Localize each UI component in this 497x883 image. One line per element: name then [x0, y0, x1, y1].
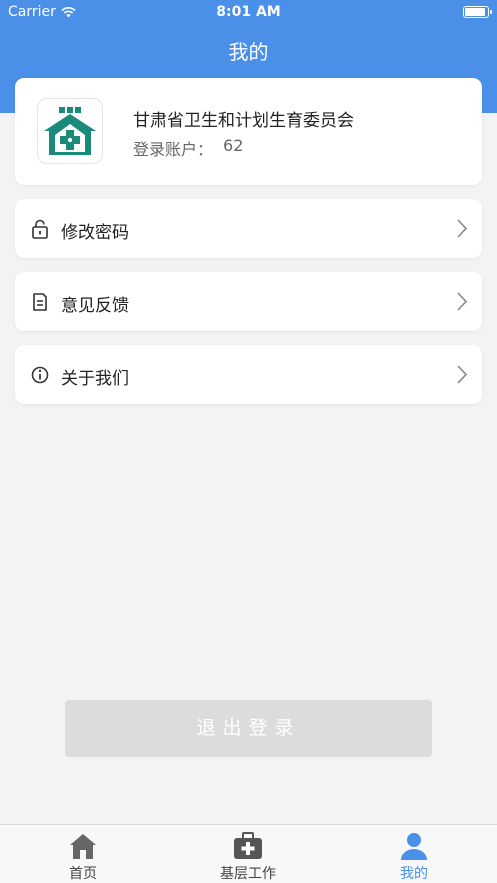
chevron-right-icon [457, 219, 468, 238]
tab-mine[interactable]: 我的 [354, 825, 474, 883]
tab-bar: 首页 基层工作 我的 [0, 824, 497, 883]
health-org-logo-icon [37, 98, 103, 164]
status-time: 8:01 AM [216, 4, 281, 20]
feedback-icon [33, 293, 47, 311]
info-icon [31, 366, 49, 384]
menu-item-label: 关于我们 [61, 369, 129, 389]
menu-item-label: 修改密码 [61, 223, 129, 243]
tab-home[interactable]: 首页 [23, 825, 143, 883]
status-bar: Carrier 8:01 AM [0, 0, 497, 26]
battery-icon [463, 6, 492, 18]
organization-name: 甘肃省卫生和计划生育委员会 [133, 111, 354, 131]
page-title: 我的 [228, 40, 269, 64]
logout-button[interactable]: 退出登录 [65, 700, 432, 757]
menu-item-feedback[interactable]: 意见反馈 [15, 272, 482, 331]
medical-kit-icon [234, 832, 262, 859]
profile-card: 甘肃省卫生和计划生育委员会 登录账户： 62 [15, 78, 482, 185]
chevron-right-icon [457, 365, 468, 384]
menu-item-about-us[interactable]: 关于我们 [15, 345, 482, 404]
tab-label: 首页 [69, 866, 97, 882]
account-info: 登录账户： 62 [133, 136, 243, 160]
account-label: 登录账户： [133, 140, 214, 159]
user-icon [401, 833, 427, 860]
chevron-right-icon [457, 292, 468, 311]
tab-label: 我的 [400, 866, 428, 882]
menu-item-change-password[interactable]: 修改密码 [15, 199, 482, 258]
home-icon [70, 834, 96, 859]
lock-icon [32, 219, 48, 239]
account-value: 62 [223, 136, 244, 155]
menu-item-label: 意见反馈 [61, 296, 129, 316]
tab-label: 基层工作 [220, 866, 276, 882]
tab-primary-work[interactable]: 基层工作 [188, 825, 308, 883]
